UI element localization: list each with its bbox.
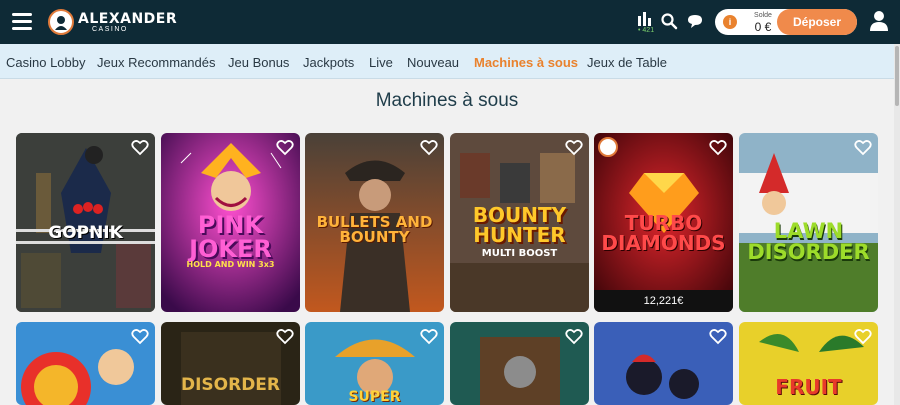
jackpot-amount: 12,221€ — [594, 290, 733, 312]
online-count-value: 421 — [642, 27, 655, 34]
nav-item-machines-a-sous[interactable]: Machines à sous — [474, 55, 578, 70]
game-tile-gopnik[interactable]: GOPNIK — [16, 133, 155, 312]
game-title: LAWN DISORDER — [747, 219, 870, 264]
nav-item-nouveau[interactable]: Nouveau — [407, 55, 459, 70]
favorite-icon[interactable] — [565, 328, 583, 345]
game-tile-bounty-hunter[interactable]: BOUNTY HUNTER MULTI BOOST — [450, 133, 589, 312]
favorite-icon[interactable] — [420, 139, 438, 156]
section-title: Machines à sous — [375, 90, 519, 111]
nav-item-jeux-recommandes[interactable]: Jeux Recommandés — [97, 55, 216, 70]
game-tile-turbo-diamonds[interactable]: TURBO DIAMONDS 12,221€ — [594, 133, 733, 312]
logo-main-text: ALEXANDER — [78, 10, 178, 27]
category-nav: Casino Lobby Jeux Recommandés Jeu Bonus … — [0, 44, 894, 79]
search-icon[interactable] — [660, 12, 678, 30]
favorite-icon[interactable] — [709, 139, 727, 156]
game-subtitle: HOLD AND WIN 3x3 — [186, 260, 275, 269]
favorite-icon[interactable] — [276, 139, 294, 156]
nav-item-jeu-bonus[interactable]: Jeu Bonus — [228, 55, 289, 70]
top-bar: ALEXANDER CASINO • 421 i Solde 0 € Dépos… — [0, 0, 900, 44]
game-title: SUPER — [348, 389, 401, 405]
favorite-icon[interactable] — [565, 139, 583, 156]
chat-icon[interactable] — [686, 12, 704, 30]
game-title: DISORDER — [180, 375, 281, 395]
game-subtitle: MULTI BOOST — [481, 248, 558, 259]
logo-badge-icon — [48, 9, 74, 35]
game-title: PINK JOKER — [189, 211, 272, 263]
user-icon[interactable] — [868, 10, 890, 32]
scroll-thumb[interactable] — [895, 46, 899, 106]
favorite-icon[interactable] — [276, 328, 294, 345]
nav-item-jeux-de-table[interactable]: Jeux de Table — [587, 55, 667, 70]
game-tile-disorder[interactable]: DISORDER — [161, 322, 300, 405]
game-tile-lawn-disorder[interactable]: LAWN DISORDER — [739, 133, 878, 312]
favorite-icon[interactable] — [420, 328, 438, 345]
deposit-button[interactable]: Déposer — [777, 9, 857, 35]
game-title: GOPNIK — [48, 223, 123, 243]
wallet-widget[interactable]: i Solde 0 € Déposer — [715, 9, 857, 35]
logo[interactable]: ALEXANDER CASINO — [48, 7, 177, 37]
game-title: BULLETS AND BOUNTY — [316, 213, 433, 246]
favorite-icon[interactable] — [709, 328, 727, 345]
favorite-icon[interactable] — [131, 328, 149, 345]
logo-text: ALEXANDER CASINO — [78, 12, 177, 33]
favorite-icon[interactable] — [854, 139, 872, 156]
game-tile-fruit[interactable]: FRUIT — [739, 322, 878, 405]
game-title: BOUNTY HUNTER — [472, 203, 567, 247]
nav-item-casino-lobby[interactable]: Casino Lobby — [6, 55, 86, 70]
favorite-icon[interactable] — [854, 328, 872, 345]
game-tile-wheel[interactable] — [16, 322, 155, 405]
info-icon[interactable]: i — [723, 15, 737, 29]
game-tile-penguins[interactable] — [594, 322, 733, 405]
nav-item-live[interactable]: Live — [369, 55, 393, 70]
provider-badge-icon — [598, 137, 618, 157]
menu-icon[interactable] — [12, 13, 32, 31]
game-title: FRUIT — [775, 375, 842, 399]
game-tile-bullets-and-bounty[interactable]: BULLETS AND BOUNTY — [305, 133, 444, 312]
game-title: TURBO DIAMONDS — [601, 211, 726, 255]
logo-sub-text: CASINO — [92, 25, 128, 33]
favorite-icon[interactable] — [131, 139, 149, 156]
nav-item-jackpots[interactable]: Jackpots — [303, 55, 354, 70]
page-scrollbar[interactable] — [894, 44, 900, 405]
game-tile-pink-joker[interactable]: PINK JOKER HOLD AND WIN 3x3 — [161, 133, 300, 312]
game-tile-wolf[interactable] — [450, 322, 589, 405]
game-tile-super[interactable]: SUPER — [305, 322, 444, 405]
online-count: • 421 — [638, 27, 655, 34]
